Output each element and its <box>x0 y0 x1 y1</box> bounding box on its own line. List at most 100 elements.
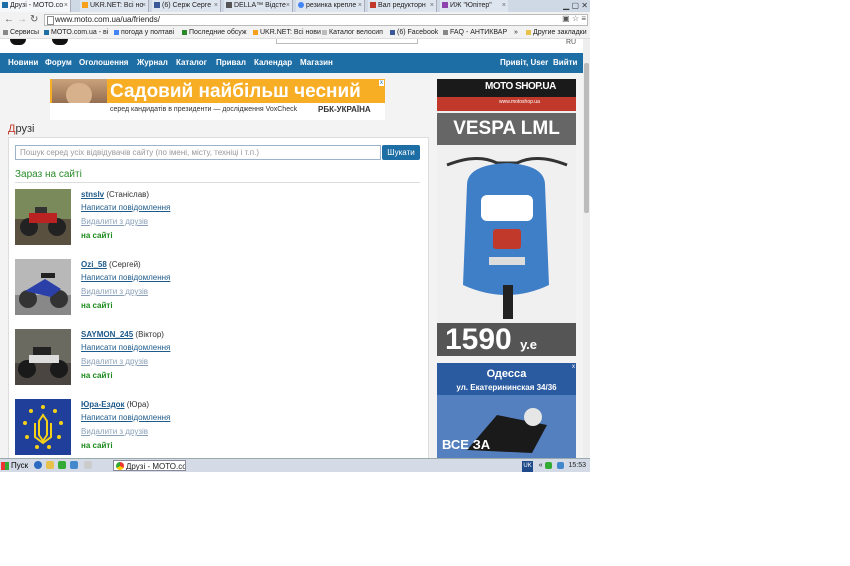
online-status: на сайті <box>81 301 113 310</box>
tab-ukrnet[interactable]: UKR.NET: Всі но × <box>80 0 149 12</box>
tab-google-search[interactable]: резинка крепле × <box>296 0 365 12</box>
friend-username-link[interactable]: SAYMON_245 <box>81 330 133 339</box>
nav-forum[interactable]: Форум <box>45 53 72 73</box>
facebook-favicon-icon <box>390 29 395 35</box>
app-icon[interactable] <box>70 461 78 469</box>
window-controls[interactable]: ▁ ▢ ✕ <box>563 0 588 11</box>
reload-icon[interactable]: ↻ <box>30 13 38 26</box>
close-tab-icon[interactable]: × <box>64 0 68 12</box>
ad-close-icon[interactable]: x <box>379 80 384 86</box>
web-page: RU Новини Форум Оголошення Журнал Катало… <box>0 39 583 458</box>
language-switch[interactable]: RU <box>566 39 576 46</box>
bookmark-ukrnet[interactable]: UKR.NET: Всі нови <box>253 27 321 38</box>
tab-facebook[interactable]: (6) Серж Серге × <box>152 0 221 12</box>
volume-icon[interactable] <box>556 461 564 469</box>
bookmark-moto[interactable]: MOTO.com.ua - ві <box>44 27 108 38</box>
tab-della[interactable]: DELLA™ Відсте × <box>224 0 293 12</box>
nav-calendar[interactable]: Календар <box>254 53 292 73</box>
close-tab-icon[interactable]: × <box>142 0 146 12</box>
page-icon <box>443 29 448 35</box>
divider <box>15 182 420 183</box>
friend-item: SAYMON_245 (Віктор) Написати повідомленн… <box>15 329 420 389</box>
friend-item: stnslv (Станіслав) Написати повідомлення… <box>15 189 420 249</box>
bookmark-other[interactable]: Другие закладки <box>526 27 587 38</box>
taskbar-chrome-window[interactable]: Друзі - МОТО.co... <box>113 460 186 471</box>
nav-journal[interactable]: Журнал <box>137 53 168 73</box>
back-arrow-icon[interactable]: ← <box>4 13 14 26</box>
tray-expand-icon[interactable]: « <box>539 462 543 469</box>
send-message-link[interactable]: Написати повідомлення <box>81 343 170 352</box>
tab-strip: Друзі - МОТО.со × UKR.NET: Всі но × (6) Се… <box>0 0 590 12</box>
moto-favicon-icon <box>2 2 8 9</box>
close-tab-icon[interactable]: × <box>502 0 506 12</box>
remove-friend-link[interactable]: Видалити з друзів <box>81 427 148 436</box>
header-search-input[interactable] <box>276 39 418 44</box>
url-input[interactable]: www.moto.com.ua/ua/friends/ <box>44 14 588 26</box>
bookmark-weather[interactable]: погода у полтаві <box>114 27 174 38</box>
desktop-icon[interactable] <box>84 461 92 469</box>
shop-favicon-icon <box>370 2 376 9</box>
address-bar-row: ← → ↻ www.moto.com.ua/ua/friends/ ▣ ☆ ≡ <box>0 12 590 28</box>
network-icon[interactable] <box>544 461 552 469</box>
close-tab-icon[interactable]: × <box>430 0 434 12</box>
new-tab-button[interactable] <box>508 0 524 12</box>
tab-reducer-shaft[interactable]: Вал редукторн × <box>368 0 437 12</box>
friend-username-link[interactable]: stnslv <box>81 190 104 199</box>
friend-avatar[interactable] <box>15 189 71 245</box>
friend-avatar[interactable] <box>15 399 71 455</box>
friend-avatar[interactable] <box>15 259 71 315</box>
browser-window: Друзі - МОТО.со × UKR.NET: Всі но × (6) Се… <box>0 0 590 472</box>
send-message-link[interactable]: Написати повідомлення <box>81 203 170 212</box>
media-icon[interactable] <box>58 461 66 469</box>
scrollbar-thumb[interactable] <box>584 63 589 213</box>
bookmark-apps[interactable]: Сервисы <box>3 27 39 38</box>
close-tab-icon[interactable]: × <box>358 0 362 12</box>
search-button[interactable]: Шукати <box>382 145 420 160</box>
send-message-link[interactable]: Написати повідомлення <box>81 413 170 422</box>
site-logo[interactable] <box>10 39 26 45</box>
bookmarks-overflow[interactable]: » <box>514 27 518 38</box>
friend-username-link[interactable]: Юра-Ездок <box>81 400 125 409</box>
page-scrollbar[interactable] <box>583 39 590 458</box>
folder-icon <box>526 29 531 35</box>
google-favicon-icon <box>298 2 304 9</box>
ie-icon[interactable] <box>34 461 42 469</box>
page-title: Друзі <box>8 123 35 135</box>
scooter-image <box>437 145 576 323</box>
remove-friend-link[interactable]: Видалити з друзів <box>81 287 148 296</box>
friend-avatar[interactable] <box>15 329 71 385</box>
nav-shop[interactable]: Магазин <box>300 53 333 73</box>
nav-ads[interactable]: Оголошення <box>79 53 128 73</box>
user-greeting[interactable]: Привіт, User <box>500 53 548 73</box>
della-favicon-icon <box>226 2 232 9</box>
close-tab-icon[interactable]: × <box>214 0 218 12</box>
top-ad-banner[interactable]: Садовий найбільш чесний серед кандидатів… <box>50 79 385 120</box>
system-tray: UK « 15:53 <box>522 460 586 472</box>
keyboard-layout[interactable]: UK <box>522 461 533 472</box>
bookmark-faq[interactable]: FAQ - АНТИКВАР <box>443 27 507 38</box>
folder-icon[interactable] <box>46 461 54 469</box>
tab-friends[interactable]: Друзі - МОТО.со × <box>0 0 71 12</box>
bookmark-facebook[interactable]: (6) Facebook <box>390 27 438 38</box>
friends-search-input[interactable]: Пошук серед усіх відвідувачів сайту (по … <box>15 145 381 160</box>
odessa-ad[interactable]: x Одесса ул. Екатерининская 34/36 ВСЕ ЗА <box>437 363 576 458</box>
vespa-ad[interactable]: MOTO SHOP.UA www.motoshop.ua VESPA LML 1… <box>437 79 576 356</box>
close-tab-icon[interactable]: × <box>286 0 290 12</box>
remove-friend-link[interactable]: Видалити з друзів <box>81 357 148 366</box>
friend-username-link[interactable]: Ozi_58 <box>81 260 107 269</box>
logout-link[interactable]: Вийти <box>553 53 577 73</box>
forward-arrow-icon[interactable]: → <box>17 13 27 26</box>
bookmark-star-icon[interactable]: ▣ ☆ ≡ <box>562 14 586 23</box>
nav-catalog[interactable]: Каталог <box>176 53 207 73</box>
bookmark-bike-catalog[interactable]: Каталог велосип <box>322 27 383 38</box>
tab-izh-jupiter[interactable]: ИЖ "Юпітер" × <box>440 0 509 12</box>
remove-friend-link[interactable]: Видалити з друзів <box>81 217 148 226</box>
online-status: на сайті <box>81 231 113 240</box>
nav-news[interactable]: Новини <box>8 53 38 73</box>
banner-title: Садовий найбільш чесний <box>110 81 361 102</box>
clock[interactable]: 15:53 <box>568 462 586 469</box>
start-button[interactable]: Пуск <box>1 460 28 471</box>
nav-rest-stop[interactable]: Привал <box>216 53 246 73</box>
bookmark-discussions[interactable]: Последние обсуж <box>182 27 247 38</box>
send-message-link[interactable]: Написати повідомлення <box>81 273 170 282</box>
